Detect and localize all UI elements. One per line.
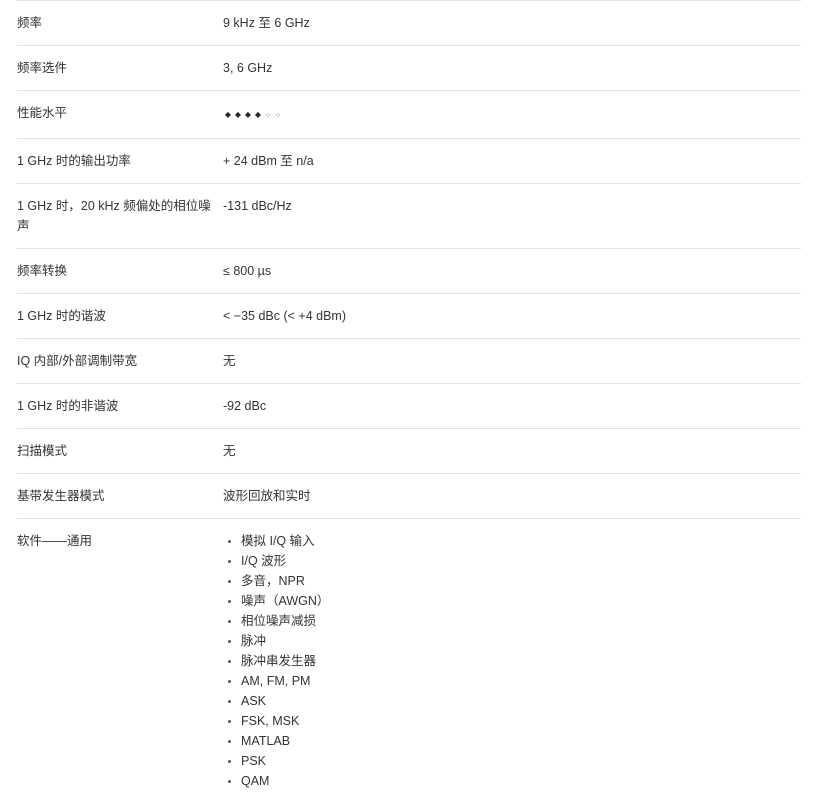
spec-value: 波形回放和实时 <box>223 486 801 506</box>
rating-diamond-icon <box>233 104 243 125</box>
spec-label: 1 GHz 时，20 kHz 频偏处的相位噪声 <box>17 196 223 236</box>
spec-label: 性能水平 <box>17 103 223 123</box>
spec-label: 扫描模式 <box>17 441 223 461</box>
table-row: 1 GHz 时的谐波 < −35 dBc (< +4 dBm) <box>17 293 801 338</box>
spec-value: ≤ 800 µs <box>223 261 801 281</box>
spec-label: 1 GHz 时的输出功率 <box>17 151 223 171</box>
list-item: 噪声（AWGN） <box>241 591 801 611</box>
table-row: 性能水平 <box>17 90 801 138</box>
list-item: 脉冲 <box>241 631 801 651</box>
table-row: 频率转换 ≤ 800 µs <box>17 248 801 293</box>
spec-label: 基带发生器模式 <box>17 486 223 506</box>
spec-label: 频率转换 <box>17 261 223 281</box>
rating-diamond-icon <box>253 104 263 125</box>
spec-label: 软件——通用 <box>17 531 223 551</box>
spec-value-list: 模拟 I/Q 输入 I/Q 波形 多音，NPR 噪声（AWGN） 相位噪声减损 … <box>223 531 801 791</box>
spec-value: -92 dBc <box>223 396 801 416</box>
table-row-software: 软件——通用 模拟 I/Q 输入 I/Q 波形 多音，NPR 噪声（AWGN） … <box>17 518 801 803</box>
spec-value: -131 dBc/Hz <box>223 196 801 216</box>
spec-value: 3, 6 GHz <box>223 58 801 78</box>
rating-circle-icon <box>273 104 283 126</box>
spec-label: 频率选件 <box>17 58 223 78</box>
spec-value: 无 <box>223 441 801 461</box>
table-row: 1 GHz 时的非谐波 -92 dBc <box>17 383 801 428</box>
table-row: 基带发生器模式 波形回放和实时 <box>17 473 801 518</box>
list-item: 模拟 I/Q 输入 <box>241 531 801 551</box>
list-item: QAM <box>241 771 801 791</box>
list-item: 脉冲串发生器 <box>241 651 801 671</box>
spec-label: IQ 内部/外部调制带宽 <box>17 351 223 371</box>
spec-value: 9 kHz 至 6 GHz <box>223 13 801 33</box>
performance-rating <box>223 104 283 126</box>
table-row: 1 GHz 时，20 kHz 频偏处的相位噪声 -131 dBc/Hz <box>17 183 801 248</box>
software-feature-list: 模拟 I/Q 输入 I/Q 波形 多音，NPR 噪声（AWGN） 相位噪声减损 … <box>223 531 801 791</box>
list-item: FSK, MSK <box>241 711 801 731</box>
table-row: 频率 9 kHz 至 6 GHz <box>17 0 801 45</box>
spec-value: < −35 dBc (< +4 dBm) <box>223 306 801 326</box>
spec-value-rating <box>223 103 801 126</box>
spec-value: + 24 dBm 至 n/a <box>223 151 801 171</box>
table-row: 扫描模式 无 <box>17 428 801 473</box>
list-item: AM, FM, PM <box>241 671 801 691</box>
list-item: 多音，NPR <box>241 571 801 591</box>
list-item: ASK <box>241 691 801 711</box>
table-row: 频率选件 3, 6 GHz <box>17 45 801 90</box>
rating-diamond-icon <box>223 104 233 125</box>
spec-label: 1 GHz 时的谐波 <box>17 306 223 326</box>
rating-diamond-icon <box>243 104 253 125</box>
spec-value: 无 <box>223 351 801 371</box>
table-row: 1 GHz 时的输出功率 + 24 dBm 至 n/a <box>17 138 801 183</box>
list-item: I/Q 波形 <box>241 551 801 571</box>
table-row: IQ 内部/外部调制带宽 无 <box>17 338 801 383</box>
specification-table: 频率 9 kHz 至 6 GHz 频率选件 3, 6 GHz 性能水平 1 GH… <box>0 0 818 803</box>
list-item: PSK <box>241 751 801 771</box>
list-item: MATLAB <box>241 731 801 751</box>
spec-label: 1 GHz 时的非谐波 <box>17 396 223 416</box>
list-item: 相位噪声减损 <box>241 611 801 631</box>
rating-circle-icon <box>263 104 273 126</box>
spec-label: 频率 <box>17 13 223 33</box>
